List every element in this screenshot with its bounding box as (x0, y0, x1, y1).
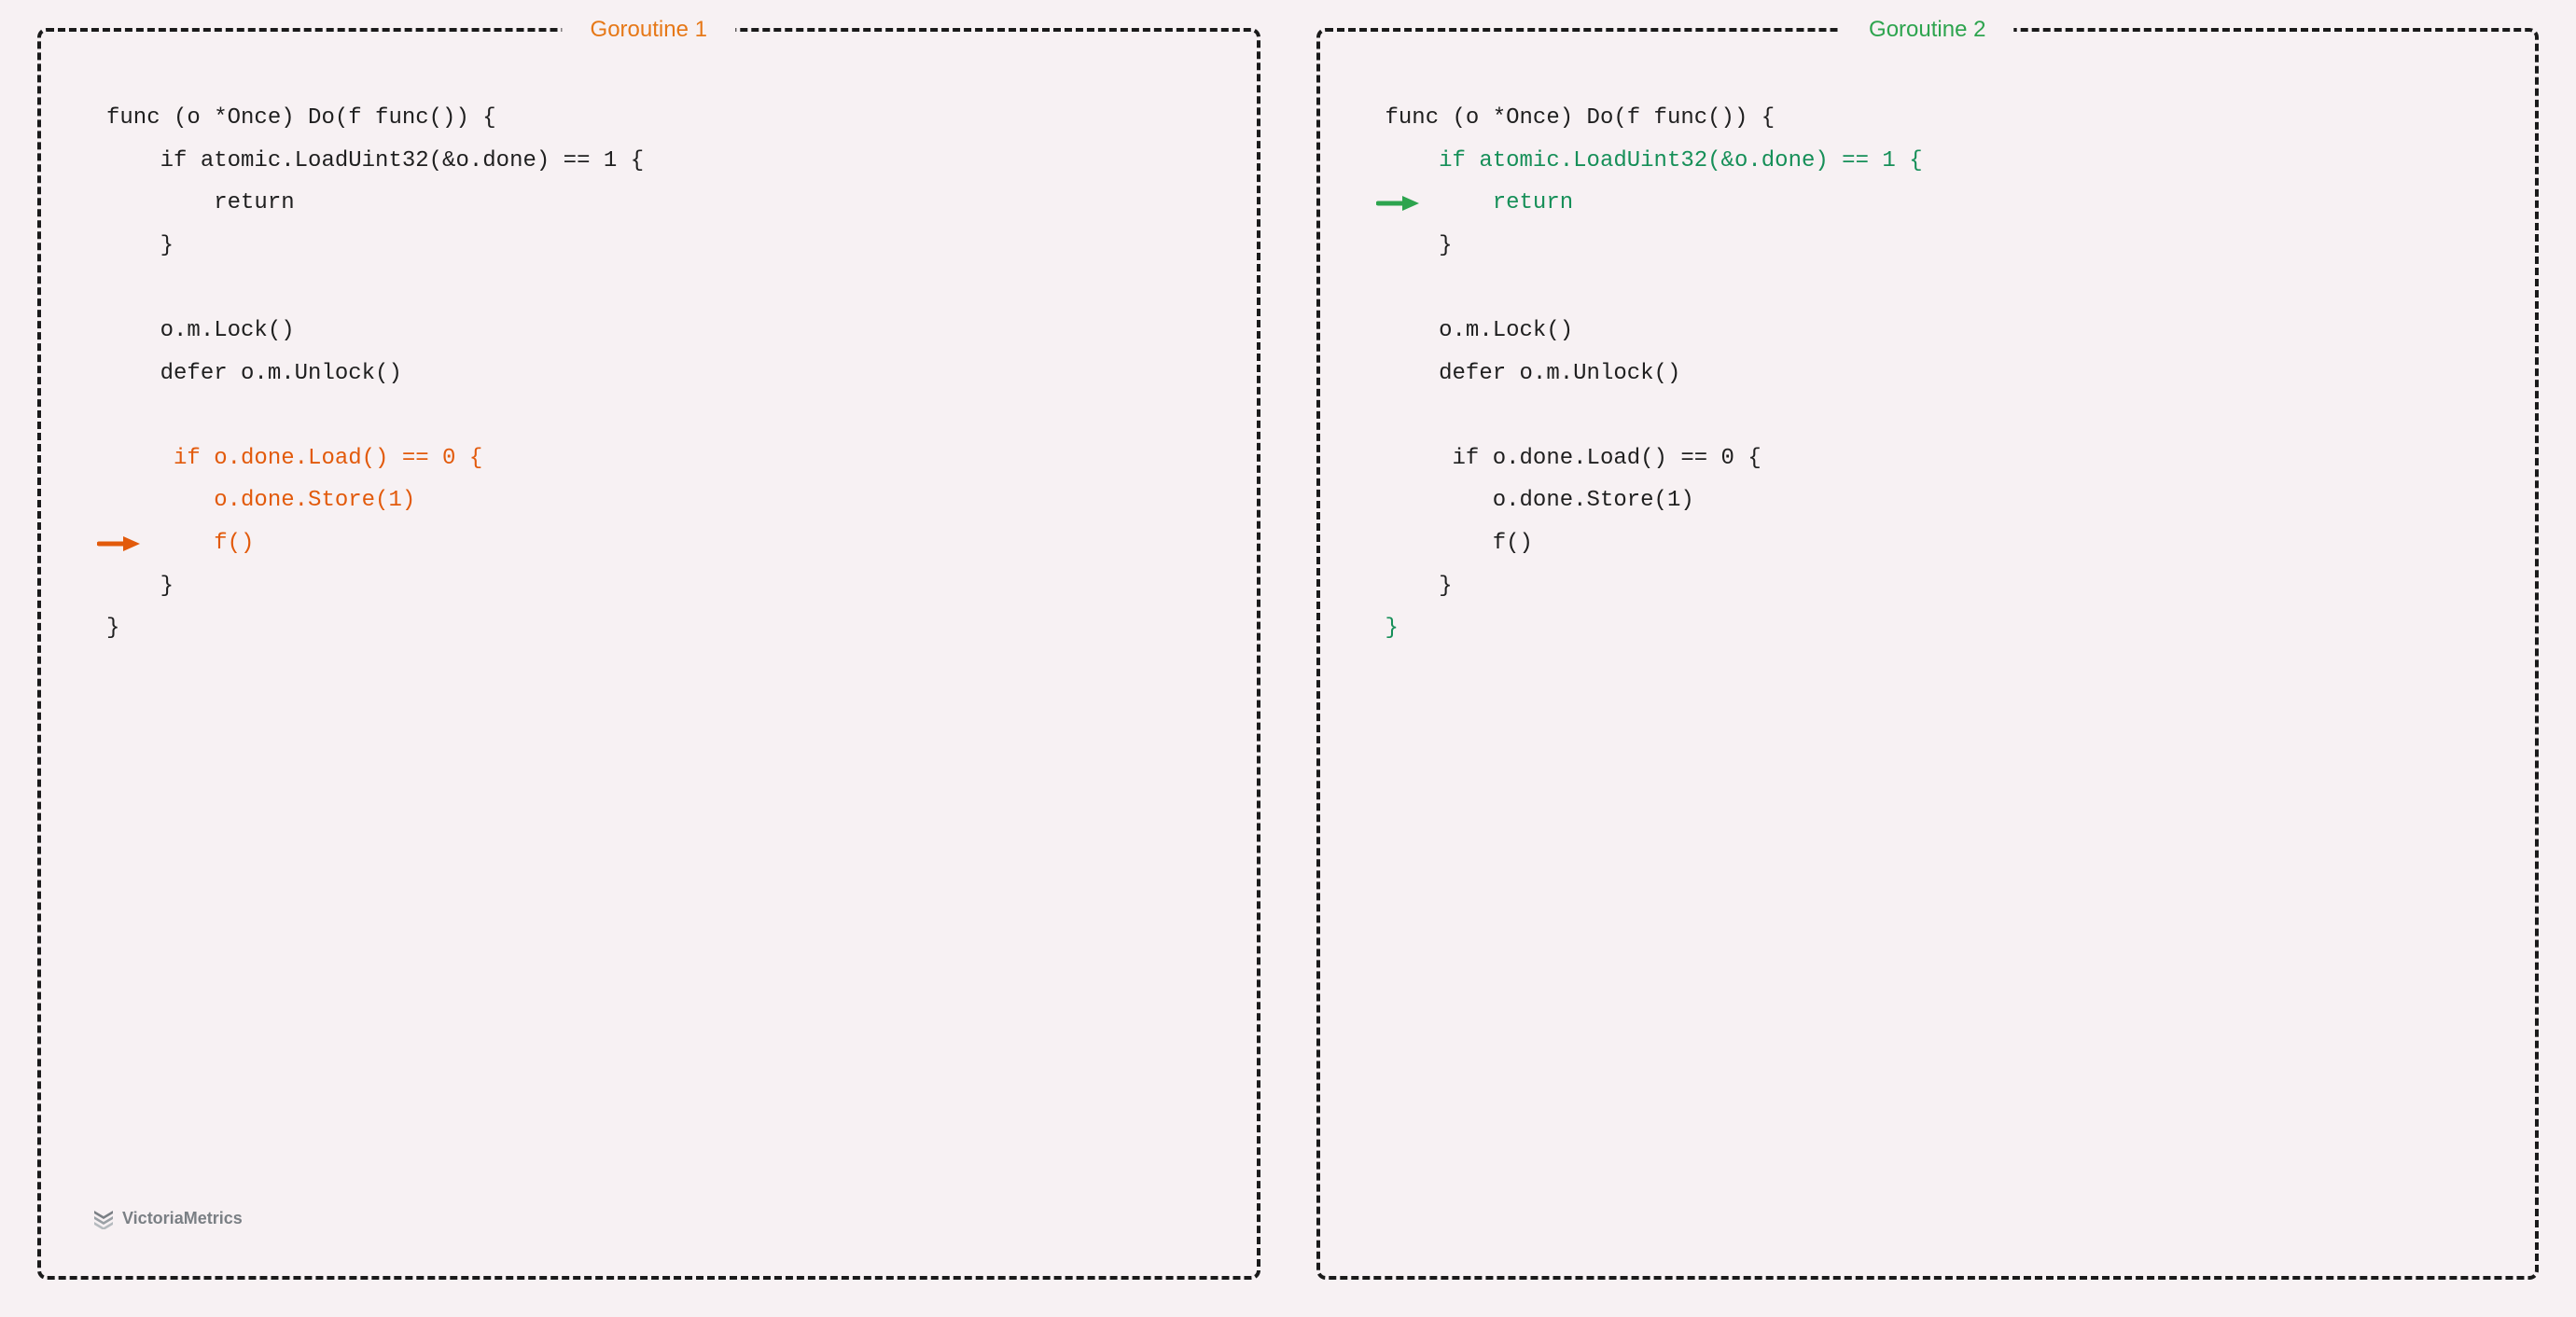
code-line: o.done.Store(1) (106, 479, 1219, 522)
code-line: o.m.Lock() (1385, 310, 2499, 353)
code-line: o.done.Store(1) (1385, 479, 2499, 522)
code-line: if o.done.Load() == 0 { (1385, 437, 2499, 480)
goroutine-1-title: Goroutine 1 (563, 17, 735, 43)
attribution: VictoriaMetrics (92, 1207, 243, 1229)
attribution-text: VictoriaMetrics (122, 1209, 243, 1228)
victoriametrics-logo-icon (92, 1207, 115, 1229)
code-line: func (o *Once) Do(f func()) { (1385, 97, 2499, 140)
code-line: defer o.m.Unlock() (1385, 353, 2499, 395)
code-line: if o.done.Load() == 0 { (106, 437, 1219, 480)
goroutine-1-panel: Goroutine 1 func (o *Once) Do(f func()) … (37, 28, 1260, 1280)
code-line: func (o *Once) Do(f func()) { (106, 97, 1219, 140)
code-line: defer o.m.Unlock() (106, 353, 1219, 395)
code-line: } (106, 607, 1219, 650)
code-line: } (1385, 565, 2499, 608)
code-line: } (1385, 607, 2499, 650)
goroutine-2-title: Goroutine 2 (1841, 17, 2013, 43)
code-line (106, 267, 1219, 310)
execution-arrow-icon (1376, 194, 1421, 213)
execution-arrow-icon (97, 534, 142, 553)
code-line: return (106, 182, 1219, 225)
code-line (1385, 395, 2499, 437)
code-line: } (106, 565, 1219, 608)
goroutine-1-code: func (o *Once) Do(f func()) { if atomic.… (106, 97, 1219, 650)
code-line: return (1385, 182, 2499, 225)
code-line: f() (106, 522, 1219, 565)
code-line: if atomic.LoadUint32(&o.done) == 1 { (1385, 140, 2499, 183)
code-line: } (1385, 225, 2499, 268)
code-line: f() (1385, 522, 2499, 565)
code-line (106, 395, 1219, 437)
code-line (1385, 267, 2499, 310)
code-line: } (106, 225, 1219, 268)
goroutine-2-code: func (o *Once) Do(f func()) { if atomic.… (1385, 97, 2499, 650)
code-line: o.m.Lock() (106, 310, 1219, 353)
code-line: if atomic.LoadUint32(&o.done) == 1 { (106, 140, 1219, 183)
goroutine-2-panel: Goroutine 2 func (o *Once) Do(f func()) … (1316, 28, 2540, 1280)
